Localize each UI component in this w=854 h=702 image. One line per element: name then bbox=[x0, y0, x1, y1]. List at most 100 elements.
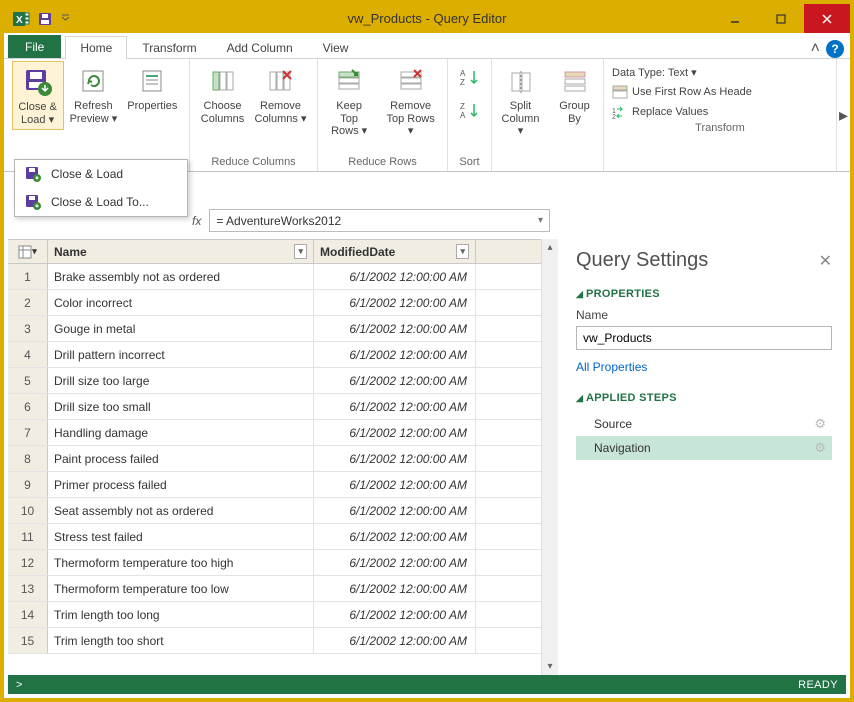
cell-name[interactable]: Brake assembly not as ordered bbox=[48, 264, 314, 289]
scroll-up-icon[interactable]: ▴ bbox=[542, 239, 558, 256]
table-row[interactable]: 6Drill size too small6/1/2002 12:00:00 A… bbox=[8, 394, 541, 420]
table-row[interactable]: 15Trim length too short6/1/2002 12:00:00… bbox=[8, 628, 541, 654]
table-row[interactable]: 4Drill pattern incorrect6/1/2002 12:00:0… bbox=[8, 342, 541, 368]
applied-steps-header[interactable]: APPLIED STEPS bbox=[576, 392, 832, 404]
filter-name-icon[interactable]: ▾ bbox=[294, 244, 307, 259]
tab-file[interactable]: File bbox=[8, 35, 61, 58]
close-button[interactable] bbox=[804, 4, 850, 33]
group-by-button[interactable]: Group By bbox=[549, 61, 601, 128]
step-navigation[interactable]: Navigation⚙ bbox=[576, 436, 832, 460]
remove-top-rows-button[interactable]: Remove Top Rows ▾ bbox=[378, 61, 443, 141]
cell-date[interactable]: 6/1/2002 12:00:00 AM bbox=[314, 628, 476, 653]
cell-name[interactable]: Drill size too small bbox=[48, 394, 314, 419]
table-row[interactable]: 3Gouge in metal6/1/2002 12:00:00 AM bbox=[8, 316, 541, 342]
split-column-button[interactable]: Split Column ▾ bbox=[495, 61, 547, 141]
cell-name[interactable]: Drill size too large bbox=[48, 368, 314, 393]
table-row[interactable]: 2Color incorrect6/1/2002 12:00:00 AM bbox=[8, 290, 541, 316]
cell-date[interactable]: 6/1/2002 12:00:00 AM bbox=[314, 368, 476, 393]
cell-date[interactable]: 6/1/2002 12:00:00 AM bbox=[314, 472, 476, 497]
cell-name[interactable]: Thermoform temperature too high bbox=[48, 550, 314, 575]
close-load-menu-item[interactable]: Close & Load bbox=[15, 160, 187, 188]
all-properties-link[interactable]: All Properties bbox=[576, 360, 832, 374]
keep-top-rows-button[interactable]: Keep Top Rows ▾ bbox=[322, 61, 376, 141]
table-row[interactable]: 12Thermoform temperature too high6/1/200… bbox=[8, 550, 541, 576]
cell-name[interactable]: Trim length too long bbox=[48, 602, 314, 627]
cell-name[interactable]: Thermoform temperature too low bbox=[48, 576, 314, 601]
sort-desc-button[interactable]: ZA bbox=[458, 100, 482, 127]
properties-button[interactable]: Properties bbox=[123, 61, 181, 116]
ribbon-overflow-icon[interactable]: ▸ bbox=[836, 59, 850, 171]
cell-date[interactable]: 6/1/2002 12:00:00 AM bbox=[314, 524, 476, 549]
cell-name[interactable]: Handling damage bbox=[48, 420, 314, 445]
tab-view[interactable]: View bbox=[308, 36, 364, 59]
table-row[interactable]: 1Brake assembly not as ordered6/1/2002 1… bbox=[8, 264, 541, 290]
table-row[interactable]: 10Seat assembly not as ordered6/1/2002 1… bbox=[8, 498, 541, 524]
cell-name[interactable]: Drill pattern incorrect bbox=[48, 342, 314, 367]
cell-date[interactable]: 6/1/2002 12:00:00 AM bbox=[314, 602, 476, 627]
cell-date[interactable]: 6/1/2002 12:00:00 AM bbox=[314, 290, 476, 315]
cell-name[interactable]: Seat assembly not as ordered bbox=[48, 498, 314, 523]
gear-icon[interactable]: ⚙ bbox=[814, 416, 826, 432]
qat-dropdown-icon[interactable] bbox=[58, 8, 72, 30]
panel-close-icon[interactable]: ✕ bbox=[819, 251, 832, 271]
replace-values-button[interactable]: 12Replace Values bbox=[608, 104, 712, 120]
row-header-corner[interactable]: ▾ bbox=[8, 240, 48, 263]
column-header-name[interactable]: Name▾ bbox=[48, 240, 314, 263]
cell-name[interactable]: Color incorrect bbox=[48, 290, 314, 315]
cell-date[interactable]: 6/1/2002 12:00:00 AM bbox=[314, 342, 476, 367]
maximize-button[interactable] bbox=[758, 4, 804, 33]
sort-asc-button[interactable]: AZ bbox=[458, 67, 482, 94]
cell-name[interactable]: Primer process failed bbox=[48, 472, 314, 497]
cell-name[interactable]: Gouge in metal bbox=[48, 316, 314, 341]
row-number: 8 bbox=[8, 446, 48, 471]
vertical-scrollbar[interactable]: ▴ ▾ bbox=[541, 239, 558, 675]
table-row[interactable]: 9Primer process failed6/1/2002 12:00:00 … bbox=[8, 472, 541, 498]
first-row-headers-button[interactable]: Use First Row As Heade bbox=[608, 84, 756, 100]
query-name-input[interactable] bbox=[576, 326, 832, 350]
close-load-button[interactable]: Close & Load ▾ bbox=[12, 61, 64, 130]
formula-dropdown-icon[interactable]: ▾ bbox=[538, 215, 543, 226]
table-row[interactable]: 7Handling damage6/1/2002 12:00:00 AM bbox=[8, 420, 541, 446]
table-row[interactable]: 8Paint process failed6/1/2002 12:00:00 A… bbox=[8, 446, 541, 472]
close-load-to-menu-item[interactable]: Close & Load To... bbox=[15, 188, 187, 216]
tab-home[interactable]: Home bbox=[65, 36, 127, 59]
gear-icon[interactable]: ⚙ bbox=[814, 440, 826, 456]
cell-name[interactable]: Paint process failed bbox=[48, 446, 314, 471]
cell-name[interactable]: Trim length too short bbox=[48, 628, 314, 653]
minimize-button[interactable] bbox=[712, 4, 758, 33]
data-type-dropdown[interactable]: Data Type: Text ▾ bbox=[608, 65, 701, 80]
cell-date[interactable]: 6/1/2002 12:00:00 AM bbox=[314, 498, 476, 523]
formula-bar[interactable]: = AdventureWorks2012 ▾ bbox=[209, 209, 550, 232]
title-bar: X vw_Products - Query Editor bbox=[4, 4, 850, 33]
remove-columns-button[interactable]: Remove Columns ▾ bbox=[251, 61, 311, 128]
tab-transform[interactable]: Transform bbox=[127, 36, 211, 59]
step-source[interactable]: Source⚙ bbox=[576, 412, 832, 436]
cell-date[interactable]: 6/1/2002 12:00:00 AM bbox=[314, 420, 476, 445]
cell-date[interactable]: 6/1/2002 12:00:00 AM bbox=[314, 264, 476, 289]
cell-date[interactable]: 6/1/2002 12:00:00 AM bbox=[314, 550, 476, 575]
refresh-preview-button[interactable]: Refresh Preview ▾ bbox=[66, 61, 122, 128]
cell-name[interactable]: Stress test failed bbox=[48, 524, 314, 549]
cell-date[interactable]: 6/1/2002 12:00:00 AM bbox=[314, 576, 476, 601]
fx-icon[interactable]: fx bbox=[188, 214, 205, 228]
window-controls bbox=[712, 4, 850, 33]
cell-date[interactable]: 6/1/2002 12:00:00 AM bbox=[314, 446, 476, 471]
svg-text:Z: Z bbox=[460, 102, 465, 111]
column-header-date[interactable]: ModifiedDate▾ bbox=[314, 240, 476, 263]
save-icon[interactable] bbox=[34, 8, 56, 30]
tab-add-column[interactable]: Add Column bbox=[212, 36, 308, 59]
cell-date[interactable]: 6/1/2002 12:00:00 AM bbox=[314, 394, 476, 419]
scroll-down-icon[interactable]: ▾ bbox=[542, 658, 558, 675]
table-row[interactable]: 11Stress test failed6/1/2002 12:00:00 AM bbox=[8, 524, 541, 550]
choose-columns-button[interactable]: Choose Columns bbox=[197, 61, 249, 128]
excel-app-icon[interactable]: X bbox=[10, 8, 32, 30]
help-icon[interactable]: ? bbox=[826, 40, 844, 58]
collapse-ribbon-icon[interactable]: ˄ bbox=[811, 40, 820, 58]
table-row[interactable]: 13Thermoform temperature too low6/1/2002… bbox=[8, 576, 541, 602]
table-row[interactable]: 5Drill size too large6/1/2002 12:00:00 A… bbox=[8, 368, 541, 394]
table-row[interactable]: 14Trim length too long6/1/2002 12:00:00 … bbox=[8, 602, 541, 628]
filter-date-icon[interactable]: ▾ bbox=[456, 244, 469, 259]
properties-section-header[interactable]: PROPERTIES bbox=[576, 288, 832, 300]
cell-date[interactable]: 6/1/2002 12:00:00 AM bbox=[314, 316, 476, 341]
status-ready: READY bbox=[798, 679, 838, 691]
